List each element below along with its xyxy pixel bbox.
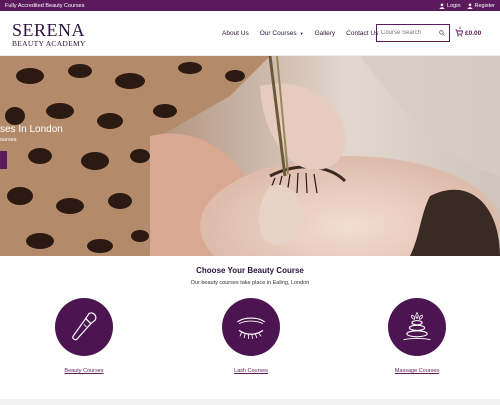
nav-label: Our Courses [259, 30, 297, 37]
main-nav: About Us Our Courses ▼ Gallery Contact Us [222, 11, 378, 56]
login-label: Login [447, 2, 461, 9]
hero-image [0, 56, 500, 256]
cart-link[interactable]: 0 £0.00 [455, 25, 482, 37]
footer-strip [0, 399, 500, 405]
login-link[interactable]: Login [439, 2, 461, 9]
course-link-label[interactable]: Lash Courses [196, 368, 306, 374]
top-bar: Fully Accredited Beauty Courses Login Re… [0, 0, 500, 11]
eyelash-icon [237, 317, 265, 339]
course-icon-circle[interactable] [55, 298, 113, 356]
logo-main-text: SERENA [12, 20, 86, 40]
logo-sub-text: BEAUTY ACADEMY [12, 39, 86, 48]
cart-total: £0.00 [465, 29, 482, 37]
course-card-beauty[interactable]: Beauty Courses [29, 298, 139, 378]
course-card-lash[interactable]: Lash Courses [196, 298, 306, 378]
spa-stones-icon [403, 311, 431, 341]
course-section: Choose Your Beauty Course Our beauty cou… [0, 256, 500, 399]
search-icon[interactable] [439, 30, 445, 36]
nav-gallery[interactable]: Gallery [315, 30, 336, 37]
chevron-down-icon: ▼ [299, 31, 304, 36]
section-title: Choose Your Beauty Course [196, 266, 304, 275]
hero-subtitle: ourses [0, 137, 17, 143]
nav-label: About Us [222, 30, 249, 37]
nav-our-courses[interactable]: Our Courses ▼ [260, 30, 304, 37]
register-label: Register [474, 2, 495, 9]
nav-about-us[interactable]: About Us [222, 30, 249, 37]
nav-contact-us[interactable]: Contact Us [346, 30, 378, 37]
cart-count: 0 [459, 25, 462, 30]
nav-label: Gallery [314, 30, 336, 37]
user-icon [467, 2, 472, 9]
course-icon-circle[interactable] [222, 298, 280, 356]
nav-label: Contact Us [346, 30, 379, 37]
course-link-label[interactable]: Beauty Courses [29, 368, 139, 374]
course-search-box [376, 24, 450, 42]
account-links: Login Register [439, 3, 495, 9]
site-header: SERENA BEAUTY ACADEMY About Us Our Cours… [0, 11, 500, 56]
hero-banner: ses In London ourses [0, 56, 500, 256]
user-icon [439, 2, 445, 9]
hero-cta-button[interactable] [0, 151, 7, 169]
course-icon-circle[interactable] [388, 298, 446, 356]
section-subtitle: Our beauty courses take place in Ealing,… [190, 280, 310, 286]
site-logo[interactable]: SERENA BEAUTY ACADEMY [12, 20, 92, 48]
register-link[interactable]: Register [467, 3, 495, 9]
course-card-massage[interactable]: Massage Courses [362, 298, 472, 378]
cart-icon [455, 29, 463, 37]
hero-title: ses In London [0, 124, 63, 135]
accreditation-notice: Fully Accredited Beauty Courses [5, 2, 85, 9]
course-link-label[interactable]: Massage Courses [362, 368, 472, 374]
course-search-input[interactable] [381, 30, 436, 36]
makeup-brush-icon [72, 312, 97, 341]
